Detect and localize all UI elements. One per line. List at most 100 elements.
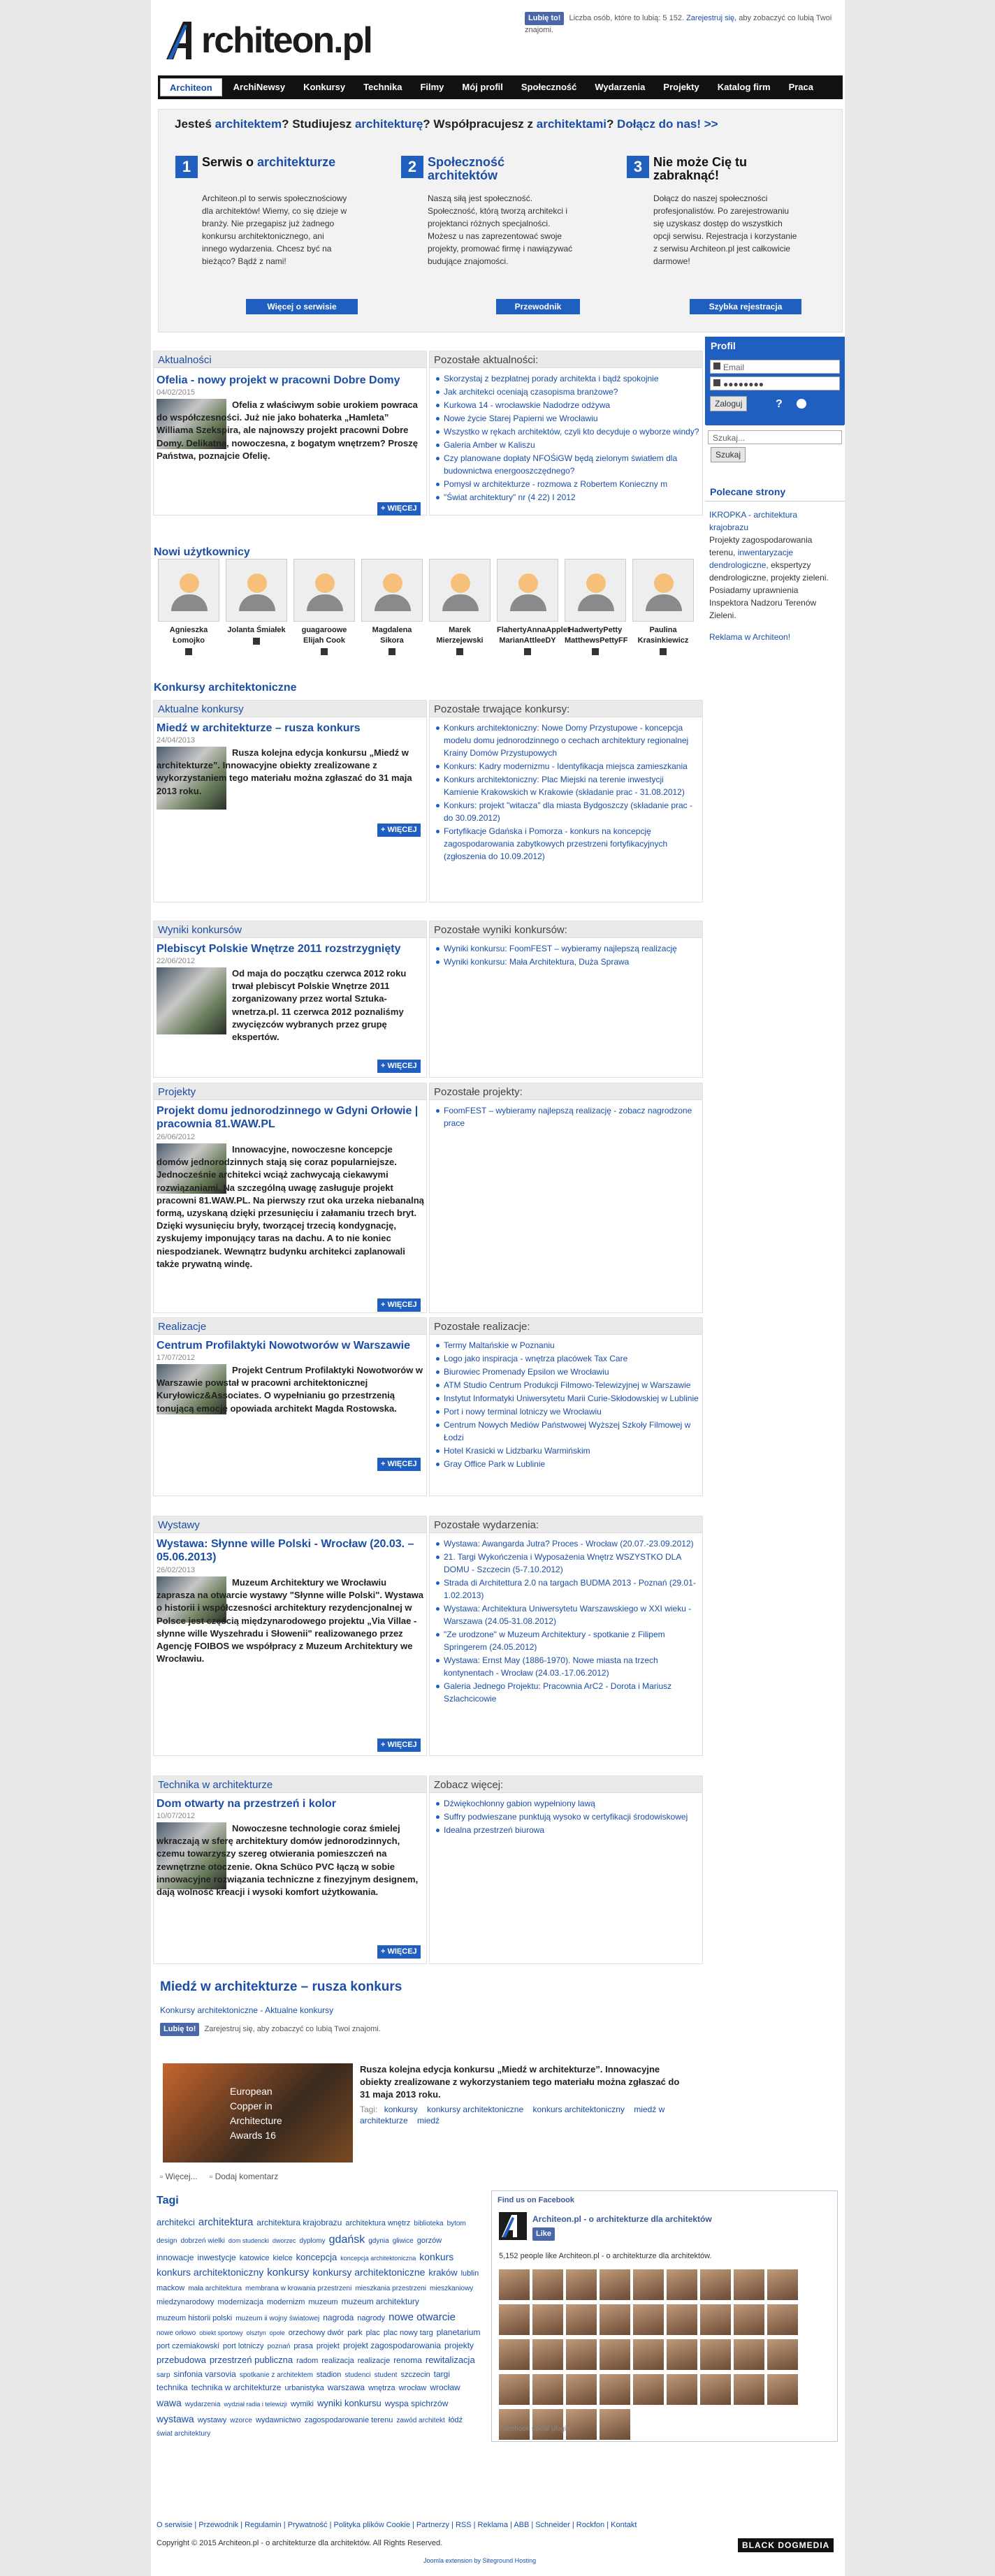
tag-link[interactable]: orzechowy dwór [289, 2327, 344, 2340]
tag-link[interactable]: innowacje [157, 2251, 194, 2264]
user-card[interactable]: guagaroowe Elijah Cook [293, 559, 355, 659]
tag-link[interactable]: gorzów [417, 2235, 442, 2248]
fb-fan-avatar[interactable] [734, 2269, 764, 2300]
footer-links[interactable]: O serwisie | Przewodnik | Regulamin | Pr… [157, 2520, 637, 2531]
tag-link[interactable]: koncepcja [296, 2251, 337, 2265]
nav-item-technika[interactable]: Technika [354, 75, 411, 99]
fb-fan-avatar[interactable] [767, 2304, 798, 2335]
user-card[interactable]: HadwertyPetty MatthewsPettyFF [565, 559, 627, 659]
tag-link[interactable]: design [157, 2236, 177, 2247]
nav-item-architeon[interactable]: Architeon [160, 78, 222, 96]
fb-fan-avatar[interactable] [734, 2339, 764, 2370]
fb-fan-avatar[interactable] [566, 2269, 597, 2300]
tag-link[interactable]: konkursy architektoniczne [312, 2264, 425, 2280]
tag-link[interactable]: mieszkania przestrzeni [355, 2283, 426, 2295]
list-item[interactable]: 21. Targi Wykończenia i Wyposażenia Wnęt… [434, 1551, 699, 1576]
tag-link[interactable]: wrocław [399, 2383, 427, 2395]
user-card[interactable]: Marek Mierzejewski [429, 559, 491, 659]
section-more-button[interactable]: + WIĘCEJ [377, 1458, 421, 1471]
fb-fan-avatar[interactable] [633, 2304, 664, 2335]
news-more-button[interactable]: + WIĘCEJ [377, 502, 421, 515]
fb-fan-avatar[interactable] [700, 2304, 731, 2335]
tag-link[interactable]: gliwice [393, 2236, 414, 2247]
tag-link[interactable]: nagroda [323, 2311, 354, 2325]
fb-fan-avatar[interactable] [566, 2304, 597, 2335]
fb-fan-avatar[interactable] [667, 2339, 697, 2370]
fb-fan-avatar[interactable] [600, 2339, 630, 2370]
fb-fan-avatar[interactable] [499, 2269, 530, 2300]
tag-link[interactable]: wyniki konkursu [317, 2396, 382, 2411]
section-more-button[interactable]: + WIĘCEJ [377, 1945, 421, 1959]
section-title[interactable]: Dom otwarty na przestrzeń i kolor [157, 1797, 422, 1810]
list-item[interactable]: Nowe życie Starej Papierni we Wrocławiu [434, 412, 699, 425]
list-item[interactable]: Termy Maltańskie w Poznaniu [434, 1339, 699, 1352]
fb-fan-avatar[interactable] [499, 2304, 530, 2335]
tag-link[interactable]: technika [157, 2381, 188, 2394]
tag-link[interactable]: zagospodarowanie terenu [305, 2415, 393, 2427]
list-item[interactable]: Czy planowane dopłaty NFOŚiGW będą zielo… [434, 452, 699, 477]
tag-link[interactable]: wydawnictwo [256, 2415, 301, 2427]
user-card[interactable]: Agnieszka Łomojko [158, 559, 219, 659]
tag-link[interactable]: poznań [268, 2341, 291, 2352]
tag-link[interactable]: plac [366, 2327, 380, 2340]
tag-link[interactable]: olsztyn [247, 2328, 266, 2338]
list-item[interactable]: Dźwiękochłonny gabion wypełniony lawą [434, 1797, 699, 1810]
tag-link[interactable]: port czemiakowski [157, 2341, 219, 2353]
fb-fan-avatar[interactable] [734, 2304, 764, 2335]
tag-link[interactable]: obiekt sportowy [199, 2328, 243, 2338]
tag-link[interactable]: renoma [393, 2354, 422, 2367]
featured-image[interactable]: European Copper in Architecture Awards 1… [163, 2063, 353, 2162]
user-card[interactable]: Jolanta Śmiałek [226, 559, 287, 648]
tag-link[interactable]: modernizacja [218, 2297, 263, 2309]
tag-link[interactable]: świat architektury [157, 2429, 210, 2440]
section-image[interactable] [157, 967, 226, 1034]
fb-page-name[interactable]: Architeon.pl - o architekturze dla archi… [532, 2213, 712, 2225]
user-card[interactable]: Paulina Krasinkiewicz [632, 559, 694, 659]
tag-link[interactable]: stadion [317, 2369, 341, 2382]
fb-fan-avatar[interactable] [532, 2374, 563, 2405]
list-item[interactable]: ATM Studio Centrum Produkcji Filmowo-Tel… [434, 1379, 699, 1391]
list-item[interactable]: Hotel Krasicki w Lidzbarku Warmińskim [434, 1444, 699, 1457]
nav-item-archinewsy[interactable]: ArchiNewsy [224, 75, 294, 99]
tag-link[interactable]: muzeum historii polski [157, 2313, 232, 2325]
tag-link[interactable]: urbanistyka [284, 2383, 324, 2395]
more-about-button[interactable]: Więcej o serwisie [246, 299, 358, 314]
tag-link[interactable]: rewitalizacja [426, 2353, 475, 2368]
tag-link[interactable]: katowice [240, 2253, 270, 2265]
fb-fan-avatar[interactable] [767, 2269, 798, 2300]
tag-link[interactable]: łódź [449, 2415, 463, 2427]
tag-link[interactable]: konkurs [419, 2249, 453, 2264]
tag-link[interactable]: targi [434, 2368, 450, 2381]
list-item[interactable]: Logo jako inspiracja - wnętrza placówek … [434, 1352, 699, 1365]
tag-link[interactable]: sarp [157, 2370, 170, 2381]
fb-fan-avatar[interactable] [633, 2374, 664, 2405]
tag-link[interactable]: prasa [293, 2341, 313, 2353]
logo[interactable]: rchiteon.pl [164, 20, 373, 61]
section-title[interactable]: Centrum Profilaktyki Nowotworów w Warsza… [157, 1339, 422, 1352]
tag-link[interactable]: wyspa spichrzów [385, 2397, 449, 2410]
featured-title[interactable]: Miedź w architekturze – rusza konkurs [160, 1979, 402, 1996]
email-input[interactable]: Email [710, 360, 840, 374]
fb-fan-avatar[interactable] [600, 2269, 630, 2300]
search-button[interactable]: Szukaj [711, 447, 746, 462]
tag-link[interactable]: kraków [428, 2266, 457, 2281]
fb-fan-avatar[interactable] [532, 2269, 563, 2300]
fb-fan-avatar[interactable] [667, 2374, 697, 2405]
tag-link[interactable]: warszawa [328, 2381, 365, 2394]
nav-item-projekty[interactable]: Projekty [654, 75, 708, 99]
tag-link[interactable]: gdynia [368, 2236, 388, 2247]
tag-link[interactable]: dyplomy [299, 2236, 325, 2247]
tag-link[interactable]: technika w architekturze [191, 2381, 282, 2394]
powered-by[interactable]: Joomla extension by Siteground Hosting [423, 2556, 536, 2565]
tag-link[interactable]: mieszkaniowy [430, 2283, 473, 2295]
nav-item-konkursy[interactable]: Konkursy [294, 75, 354, 99]
list-item[interactable]: Centrum Nowych Mediów Państwowej Wyższej… [434, 1419, 699, 1444]
fb-fan-avatar[interactable] [633, 2269, 664, 2300]
nav-item-katalog-firm[interactable]: Katalog firm [709, 75, 780, 99]
ikropka-link[interactable]: IKROPKA - architektura krajobrazu [709, 510, 797, 532]
list-item[interactable]: Konkurs architektoniczny: Nowe Domy Przy… [434, 722, 699, 759]
list-item[interactable]: Wyniki konkursu: Mała Architektura, Duża… [434, 956, 699, 968]
list-item[interactable]: Galeria Amber w Kaliszu [434, 439, 699, 451]
fb-fan-avatar[interactable] [600, 2409, 630, 2440]
tag-link[interactable]: radom [296, 2355, 318, 2368]
